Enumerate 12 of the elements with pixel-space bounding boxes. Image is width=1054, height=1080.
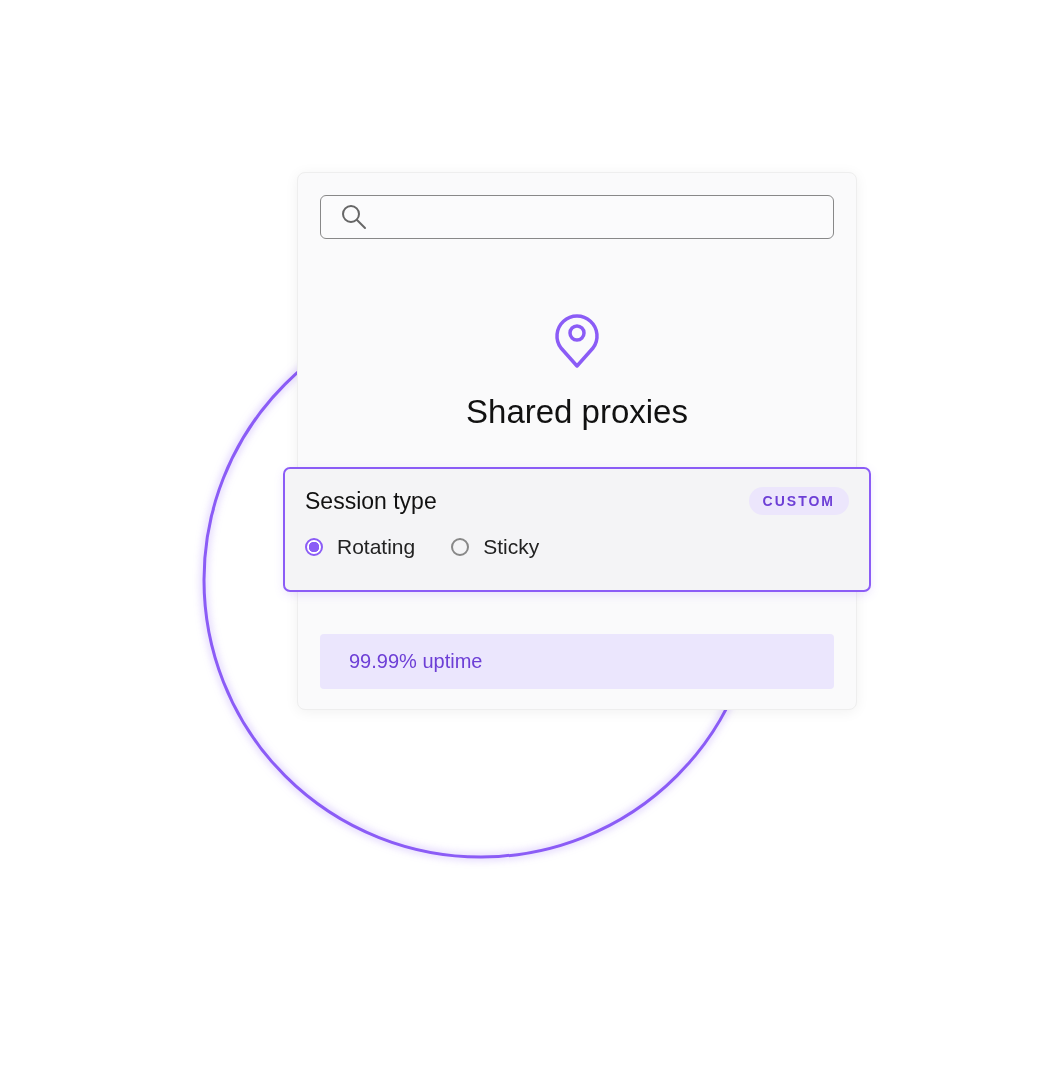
uptime-banner: 99.99% uptime [320,634,834,689]
section-label: Session type [305,487,437,515]
badge: CUSTOM [748,487,849,515]
card-title: Shared proxies [466,393,688,431]
option-label: Rotating [337,535,416,559]
search-field[interactable] [320,195,834,239]
search-icon [341,204,367,230]
radio-option[interactable]: Sticky [451,535,540,559]
radio-option[interactable]: Rotating [305,535,416,559]
radio-button[interactable] [451,538,470,556]
option-label: Sticky [483,535,540,559]
radio-button[interactable] [305,538,323,556]
